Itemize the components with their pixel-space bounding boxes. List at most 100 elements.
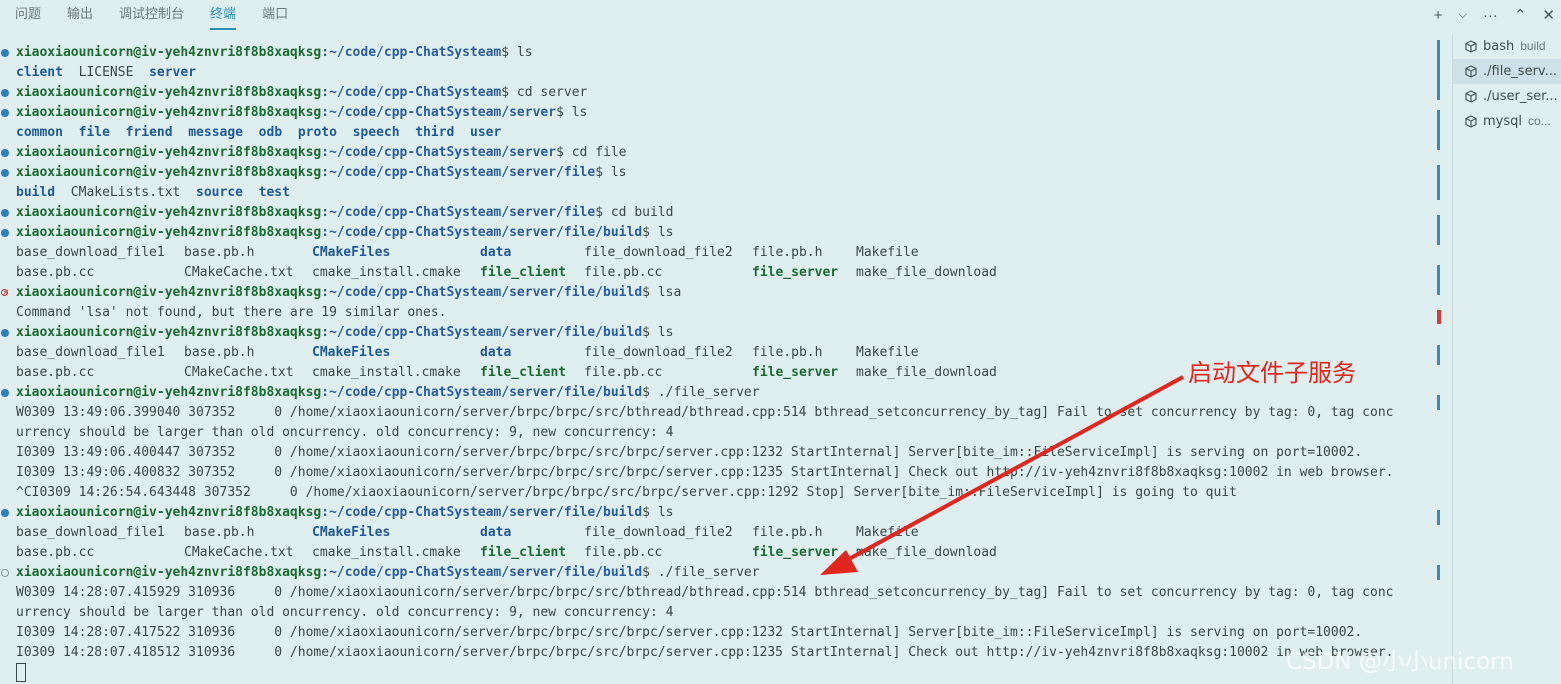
annotation-label: 启动文件子服务 xyxy=(1188,359,1356,387)
prompt-user: xiaoxiaounicorn@iv-yeh4znvri8f8b8xaqksg xyxy=(16,325,322,340)
tab-3[interactable]: 终端 xyxy=(210,0,237,30)
command-status-icon[interactable] xyxy=(1,209,9,217)
terminal-scrollbar[interactable] xyxy=(1437,40,1443,680)
command-status-icon[interactable] xyxy=(1,229,9,237)
tab-4[interactable]: 端口 xyxy=(262,0,288,30)
command-status-icon[interactable] xyxy=(1,169,9,177)
log-text: urrency should be larger than old oncurr… xyxy=(16,605,674,620)
prompt-symbol: $ xyxy=(501,85,517,100)
terminal-line: xiaoxiaounicorn@iv-yeh4znvri8f8b8xaqksg:… xyxy=(0,223,1425,243)
command-status-icon[interactable] xyxy=(1,509,9,517)
tab-2[interactable]: 调试控制台 xyxy=(119,0,184,30)
terminal-line: xiaoxiaounicorn@iv-yeh4znvri8f8b8xaqksg:… xyxy=(0,563,1425,583)
command-status-icon[interactable] xyxy=(1,109,9,117)
terminal-line: xiaoxiaounicorn@iv-yeh4znvri8f8b8xaqksg:… xyxy=(0,283,1425,303)
listing-entry: file.pb.h xyxy=(752,345,823,360)
terminal-line: I0309 13:49:06.400832 307352 0 /home/xia… xyxy=(0,463,1425,483)
prompt-symbol: $ xyxy=(642,565,658,580)
prompt-symbol: $ xyxy=(642,505,658,520)
listing-entry: cmake_install.cmake xyxy=(312,365,461,380)
terminal-line: build CMakeLists.txt source test xyxy=(0,183,1425,203)
prompt-user: xiaoxiaounicorn@iv-yeh4znvri8f8b8xaqksg xyxy=(16,205,322,220)
tab-0[interactable]: 问题 xyxy=(15,0,41,30)
listing-entry: file_client xyxy=(480,365,567,380)
maximize-panel-icon[interactable]: ⌃ xyxy=(1514,6,1527,24)
listing-entry: client xyxy=(16,65,63,80)
listing-entry: Makefile xyxy=(856,345,919,360)
log-text: W0309 14:28:07.415929 310936 0 /home/xia… xyxy=(16,585,1394,600)
listing-entry: base_download_file1 xyxy=(16,525,165,540)
terminal-line: xiaoxiaounicorn@iv-yeh4znvri8f8b8xaqksg:… xyxy=(0,143,1425,163)
panel-actions: + ⌵ ··· ⌃ ✕ xyxy=(1434,0,1555,30)
listing-entry: data xyxy=(480,345,512,360)
command-text: ls xyxy=(610,165,627,180)
command-text: ls xyxy=(657,325,674,340)
command-status-icon[interactable] xyxy=(1,389,9,397)
terminal-line: common file friend message odb proto spe… xyxy=(0,123,1425,143)
terminal-line: base.pb.cc CMakeCache.txt cmake_install.cm… xyxy=(0,263,1425,283)
watermark: CSDN @小小unicorn xyxy=(1286,649,1514,675)
terminal-list-item[interactable]: mysql co... xyxy=(1453,109,1561,134)
prompt-user: xiaoxiaounicorn@iv-yeh4znvri8f8b8xaqksg xyxy=(16,45,322,60)
terminal-cube-icon xyxy=(1465,115,1477,128)
command-status-icon[interactable] xyxy=(1,569,9,577)
tab-1[interactable]: 输出 xyxy=(67,0,93,30)
command-text: ls xyxy=(657,225,674,240)
listing-entry: CMakeCache.txt xyxy=(184,365,294,380)
terminal-line: base_download_file1 base.pb.h CMakeFiles da… xyxy=(0,243,1425,263)
listing-entry: CMakeFiles xyxy=(312,345,391,360)
command-text: ls xyxy=(516,45,533,60)
terminal-list-name: ./file_serv... xyxy=(1483,64,1558,79)
command-status-icon[interactable] xyxy=(1,149,9,157)
terminal-list-item[interactable]: bash build xyxy=(1453,34,1561,59)
prompt-path: :~/code/cpp-ChatSysteam/server/file/buil… xyxy=(321,225,643,240)
prompt-user: xiaoxiaounicorn@iv-yeh4znvri8f8b8xaqksg xyxy=(16,225,322,240)
terminal-line: xiaoxiaounicorn@iv-yeh4znvri8f8b8xaqksg:… xyxy=(0,203,1425,223)
prompt-path: :~/code/cpp-ChatSysteam/server/file/buil… xyxy=(321,505,643,520)
prompt-user: xiaoxiaounicorn@iv-yeh4znvri8f8b8xaqksg xyxy=(16,145,322,160)
terminal-list-item[interactable]: ./file_serv... xyxy=(1453,59,1561,84)
listing-entry: base.pb.h xyxy=(184,345,255,360)
listing-entry: base.pb.h xyxy=(184,525,255,540)
terminal-line: client LICENSE server xyxy=(0,63,1425,83)
new-terminal-icon[interactable]: + xyxy=(1434,7,1443,24)
terminal-list-name: mysql xyxy=(1483,114,1522,129)
terminal-line: urrency should be larger than old oncurr… xyxy=(0,423,1425,443)
listing-entry: base_download_file1 xyxy=(16,245,165,260)
terminal-list-item[interactable]: ./user_ser... xyxy=(1453,84,1561,109)
prompt-path: :~/code/cpp-ChatSysteam xyxy=(321,85,502,100)
log-text: urrency should be larger than old oncurr… xyxy=(16,425,674,440)
terminal-line: ^CI0309 14:26:54.643448 307352 0 /home/x… xyxy=(0,483,1425,503)
command-text: ./file_server xyxy=(657,385,760,400)
command-status-icon[interactable] xyxy=(1,283,10,303)
prompt-path: :~/code/cpp-ChatSysteam/server/file xyxy=(321,205,596,220)
command-text: lsa xyxy=(657,285,682,300)
more-actions-icon[interactable]: ··· xyxy=(1483,7,1498,24)
command-status-icon[interactable] xyxy=(1,89,9,97)
log-text: Command 'lsa' not found, but there are 1… xyxy=(16,305,447,320)
listing-entry: file.pb.h xyxy=(752,245,823,260)
prompt-path: :~/code/cpp-ChatSysteam/server/file/buil… xyxy=(321,325,643,340)
command-status-icon[interactable] xyxy=(1,49,9,57)
prompt-symbol: $ xyxy=(556,145,572,160)
terminal-cube-icon xyxy=(1465,65,1477,78)
terminal-line: I0309 14:28:07.418512 310936 0 /home/xia… xyxy=(0,643,1425,663)
listing-entry: CMakeCache.txt xyxy=(184,545,294,560)
listing-entry: file_download_file2 xyxy=(584,345,733,360)
log-text: I0309 13:49:06.400447 307352 0 /home/xia… xyxy=(16,445,1363,460)
listing-entry: make_file_download xyxy=(856,545,997,560)
close-panel-icon[interactable]: ✕ xyxy=(1542,6,1555,24)
terminal-line: base.pb.cc CMakeCache.txt cmake_install.cm… xyxy=(0,543,1425,563)
prompt-path: :~/code/cpp-ChatSysteam/server/file/buil… xyxy=(321,565,643,580)
prompt-path: :~/code/cpp-ChatSysteam/server xyxy=(321,145,557,160)
log-text: W0309 13:49:06.399040 307352 0 /home/xia… xyxy=(16,405,1394,420)
command-status-icon[interactable] xyxy=(1,329,9,337)
listing-entry: file_download_file2 xyxy=(584,245,733,260)
prompt-symbol: $ xyxy=(556,105,572,120)
prompt-path: :~/code/cpp-ChatSysteam xyxy=(321,45,502,60)
terminal-dropdown-icon[interactable]: ⌵ xyxy=(1459,9,1467,22)
panel-tab-bar: 问题 输出 调试控制台 终端 端口 xyxy=(0,0,1561,30)
terminal-line: xiaoxiaounicorn@iv-yeh4znvri8f8b8xaqksg:… xyxy=(0,83,1425,103)
listing-entry: CMakeFiles xyxy=(312,245,391,260)
prompt-user: xiaoxiaounicorn@iv-yeh4znvri8f8b8xaqksg xyxy=(16,105,322,120)
